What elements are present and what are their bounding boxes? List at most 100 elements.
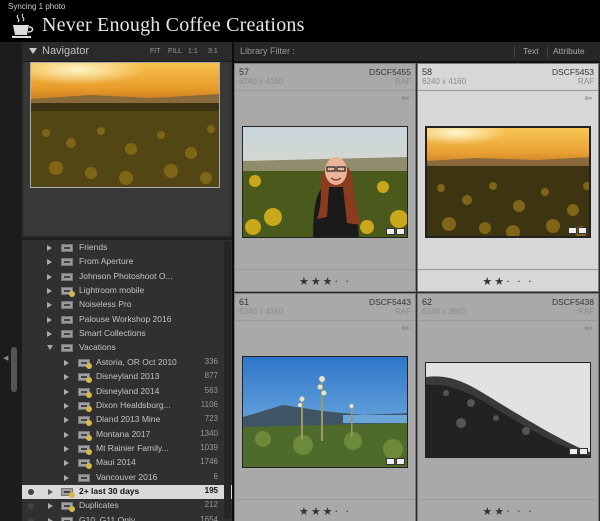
collection-row[interactable]: Astoria, OR Oct 2010 336 bbox=[22, 356, 232, 370]
edit-badge-icon[interactable] bbox=[396, 228, 405, 235]
zoom-1-1[interactable]: 1:1 bbox=[188, 48, 198, 55]
flag-icon[interactable]: ⇦ bbox=[584, 324, 592, 334]
collapsed-triangle-icon[interactable] bbox=[47, 245, 52, 251]
collapsed-triangle-icon[interactable] bbox=[48, 517, 53, 521]
thumbnail-cell[interactable]: 57 6240 x 4160 DSCF5455 RAF ⇦ ★★★· · bbox=[234, 63, 416, 292]
filter-tab-attribute[interactable]: Attribute bbox=[553, 46, 585, 56]
left-panel-toggle-edge[interactable]: ◀ bbox=[0, 42, 22, 521]
filter-tab-text[interactable]: Text bbox=[523, 46, 539, 56]
sync-status[interactable]: Syncing 1 photo bbox=[8, 2, 65, 11]
collection-row[interactable]: From Aperture bbox=[22, 255, 232, 269]
collapsed-triangle-icon[interactable] bbox=[64, 445, 69, 452]
library-filter-bar: Library Filter : Text Attribute bbox=[234, 42, 600, 62]
collapsed-triangle-icon[interactable] bbox=[64, 460, 69, 467]
collection-row[interactable]: Noiseless Pro bbox=[22, 298, 232, 312]
collection-row[interactable]: G10_G11 Only 1654 bbox=[22, 514, 232, 521]
collapsed-triangle-icon[interactable] bbox=[47, 288, 52, 295]
collapsed-triangle-icon[interactable] bbox=[64, 417, 69, 424]
star-rating[interactable]: ★★★· · bbox=[235, 505, 415, 518]
smart-collection-icon bbox=[78, 401, 92, 412]
collapse-arrow-icon[interactable]: ◀ bbox=[3, 354, 8, 362]
collection-row[interactable]: Montana 2017 1340 bbox=[22, 428, 232, 442]
expanded-triangle-icon[interactable] bbox=[47, 345, 53, 351]
collapsed-triangle-icon[interactable] bbox=[64, 374, 69, 381]
collapsed-triangle-icon[interactable] bbox=[48, 488, 53, 495]
photo-thumbnail[interactable] bbox=[425, 362, 591, 458]
left-panel: Navigator FIT FILL 1:1 3:1 Friends From … bbox=[22, 42, 232, 521]
collapsed-triangle-icon[interactable] bbox=[64, 431, 69, 438]
collection-label: Montana 2017 bbox=[96, 428, 151, 439]
collection-count: 1106 bbox=[200, 399, 218, 409]
collection-label: Mt Rainier Family... bbox=[96, 442, 169, 453]
collapsed-triangle-icon[interactable] bbox=[48, 503, 53, 510]
collection-row[interactable]: Johnson Photoshoot O... bbox=[22, 270, 232, 284]
collapsed-triangle-icon[interactable] bbox=[64, 388, 69, 395]
cell-dimensions: 6240 x 4160 bbox=[422, 77, 467, 86]
collection-count: 195 bbox=[204, 485, 218, 495]
collapse-triangle-icon[interactable] bbox=[29, 48, 37, 54]
star-rating[interactable]: ★★· · · bbox=[418, 505, 598, 518]
edit-badge-icon[interactable] bbox=[578, 227, 587, 234]
collection-set-icon bbox=[61, 315, 73, 324]
navigator-header[interactable]: Navigator FIT FILL 1:1 3:1 bbox=[22, 42, 232, 62]
collapsed-triangle-icon[interactable] bbox=[47, 273, 52, 280]
photo-thumbnail[interactable] bbox=[242, 126, 408, 238]
edit-badge-icon[interactable] bbox=[579, 448, 588, 455]
sync-badge-icon[interactable] bbox=[568, 227, 577, 234]
edge-scrollbar[interactable] bbox=[11, 347, 17, 392]
navigator-preview-image[interactable] bbox=[30, 62, 220, 188]
collapsed-triangle-icon[interactable] bbox=[47, 316, 52, 323]
photo-thumbnail[interactable] bbox=[425, 126, 591, 238]
collection-row[interactable]: 2+ last 30 days 195 bbox=[22, 484, 232, 500]
panel-divider bbox=[22, 237, 232, 240]
zoom-3-1[interactable]: 3:1 bbox=[208, 48, 218, 55]
collection-row[interactable]: Disneyland 2014 563 bbox=[22, 385, 232, 399]
flag-icon[interactable]: ⇦ bbox=[584, 94, 592, 104]
collection-row[interactable]: Disneyland 2013 877 bbox=[22, 370, 232, 384]
smart-collection-icon bbox=[78, 373, 92, 384]
collection-row[interactable]: Friends bbox=[22, 241, 232, 255]
star-rating[interactable]: ★★★· · bbox=[235, 275, 415, 288]
collection-row[interactable]: Vacations bbox=[22, 341, 232, 355]
collection-row[interactable]: Mt Rainier Family... 1039 bbox=[22, 442, 232, 456]
smart-collection-icon bbox=[61, 502, 75, 513]
collection-count: 1746 bbox=[200, 457, 218, 467]
collection-row[interactable]: Smart Collections bbox=[22, 327, 232, 341]
sync-badge-icon[interactable] bbox=[569, 448, 578, 455]
cell-divider bbox=[235, 90, 415, 91]
flag-icon[interactable]: ⇦ bbox=[401, 94, 409, 104]
collapsed-triangle-icon[interactable] bbox=[64, 359, 69, 366]
collection-row[interactable]: Vancouver 2016 6 bbox=[22, 471, 232, 485]
collapsed-triangle-icon[interactable] bbox=[64, 402, 69, 409]
smart-collection-icon bbox=[61, 287, 75, 298]
collection-label: From Aperture bbox=[79, 256, 134, 267]
collection-row[interactable]: Dland 2013 Mine 723 bbox=[22, 413, 232, 427]
collection-label: Dixon Healdsburg... bbox=[96, 399, 171, 410]
collapsed-triangle-icon[interactable] bbox=[47, 331, 52, 338]
collection-row[interactable]: Dixon Healdsburg... 1106 bbox=[22, 399, 232, 413]
collapsed-triangle-icon[interactable] bbox=[64, 474, 69, 481]
collapsed-triangle-icon[interactable] bbox=[47, 302, 52, 309]
collection-row[interactable]: Lightroom mobile bbox=[22, 284, 232, 298]
cell-extension: RAF bbox=[578, 77, 594, 86]
collection-row[interactable]: Duplicates 212 bbox=[22, 499, 232, 513]
sync-badge-icon[interactable] bbox=[386, 458, 395, 465]
collections-scrollbar[interactable] bbox=[224, 241, 231, 519]
thumbnail-cell[interactable]: 62 6240 x 3602 DSCF5438 RAF ⇦ ★★· · · bbox=[417, 293, 599, 521]
coffee-cup-icon bbox=[12, 13, 34, 38]
collection-status-dot bbox=[28, 488, 34, 495]
thumbnail-badges bbox=[569, 448, 588, 455]
edit-badge-icon[interactable] bbox=[396, 458, 405, 465]
collection-row[interactable]: Maui 2014 1746 bbox=[22, 456, 232, 470]
zoom-fill[interactable]: FILL bbox=[168, 48, 182, 55]
sync-badge-icon[interactable] bbox=[386, 228, 395, 235]
zoom-fit[interactable]: FIT bbox=[150, 48, 161, 55]
star-rating[interactable]: ★★· · · bbox=[418, 275, 598, 288]
flag-icon[interactable]: ⇦ bbox=[401, 324, 409, 334]
photo-thumbnail[interactable] bbox=[242, 356, 408, 468]
thumbnail-cell[interactable]: 58 6240 x 4160 DSCF5453 RAF ⇦ ★★· · · bbox=[417, 63, 599, 292]
collection-row[interactable]: Palouse Workshop 2016 bbox=[22, 313, 232, 327]
thumbnail-cell[interactable]: 61 6240 x 4160 DSCF5443 RAF ⇦ ★★★· · bbox=[234, 293, 416, 521]
collapsed-triangle-icon[interactable] bbox=[47, 259, 52, 266]
thumbnail-badges bbox=[386, 228, 405, 235]
